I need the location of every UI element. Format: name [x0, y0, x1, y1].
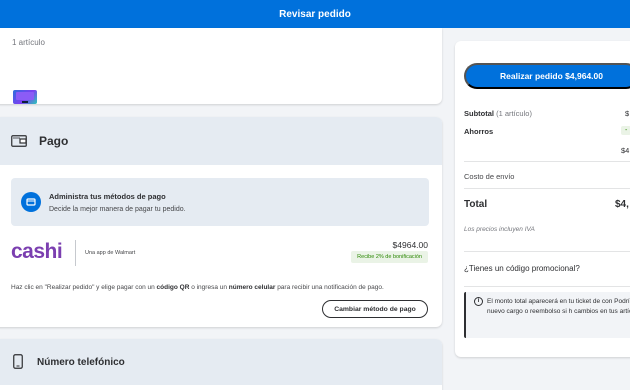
- subtotal-label-text: Subtotal: [464, 109, 494, 118]
- total-value: $4,: [615, 199, 629, 210]
- payment-card: Pago Administra tus métodos de pago Deci…: [0, 117, 442, 327]
- phone-card: Número telefónico: [0, 339, 442, 390]
- instructions-suffix: para recibir una notificación de pago.: [275, 284, 384, 291]
- items-count: 1 artículo: [12, 38, 45, 47]
- instructions-mid: o ingresa un: [189, 284, 229, 291]
- payment-instructions: Haz clic en "Realizar pedido" y elige pa…: [11, 284, 431, 291]
- notice-text: El monto total aparecerá en tu ticket de…: [487, 298, 630, 315]
- wallet-icon: [11, 135, 27, 147]
- payment-header: Pago: [0, 117, 442, 165]
- tv-stand-icon: [22, 101, 28, 103]
- subtotal-label: Subtotal (1 artículo): [464, 109, 532, 118]
- savings-amount: $4: [621, 146, 630, 155]
- cashi-logo: cashi: [11, 240, 63, 263]
- tv-screen-icon: [16, 92, 34, 100]
- cashi-tagline: Una app de Walmart: [85, 250, 136, 256]
- shipping-label: Costo de envío: [464, 172, 515, 181]
- divider: [464, 161, 630, 162]
- receipt-notice: i El monto total aparecerá en tu ticket …: [464, 292, 630, 338]
- phone-section-title: Número telefónico: [37, 357, 125, 368]
- order-summary-card: Realizar pedido $4,964.00 Subtotal (1 ar…: [455, 41, 630, 357]
- subtotal-count: (1 artículo): [496, 109, 532, 118]
- promo-code-link[interactable]: ¿Tienes un código promocional?: [464, 264, 580, 273]
- manage-payment-subtitle: Decide la mejor manera de pagar tu pedid…: [49, 206, 186, 213]
- items-card: 1 artículo: [0, 28, 442, 104]
- subtotal-value: $: [625, 109, 630, 118]
- change-payment-method-button[interactable]: Cambiar método de pago: [322, 300, 428, 318]
- manage-payment-title: Administra tus métodos de pago: [49, 192, 166, 201]
- card-icon: [21, 192, 41, 212]
- reward-badge: Recibe 2% de bonificación: [351, 251, 428, 263]
- place-order-button[interactable]: Realizar pedido $4,964.00: [464, 63, 630, 89]
- divider: [464, 286, 630, 287]
- divider: [464, 251, 630, 252]
- savings-value: -: [621, 126, 630, 135]
- instructions-qr: código QR: [156, 284, 190, 291]
- manage-payment-methods[interactable]: Administra tus métodos de pago Decide la…: [11, 178, 429, 226]
- savings-label: Ahorros: [464, 127, 494, 136]
- top-bar: Revisar pedido: [0, 0, 630, 28]
- payment-amount: $4964.00: [392, 240, 428, 250]
- phone-header[interactable]: Número telefónico: [0, 339, 442, 385]
- instructions-prefix: Haz clic en "Realizar pedido" y elige pa…: [11, 284, 157, 291]
- payment-section-title: Pago: [39, 134, 69, 148]
- product-thumbnail[interactable]: [13, 90, 37, 104]
- info-icon: i: [474, 297, 483, 306]
- logo-divider: [75, 240, 76, 266]
- iva-note: Los precios incluyen IVA: [464, 226, 535, 233]
- phone-icon: [13, 354, 23, 369]
- instructions-phone: número celular: [228, 284, 276, 291]
- page-title: Revisar pedido: [279, 8, 351, 20]
- divider: [464, 188, 630, 189]
- total-label: Total: [464, 199, 488, 210]
